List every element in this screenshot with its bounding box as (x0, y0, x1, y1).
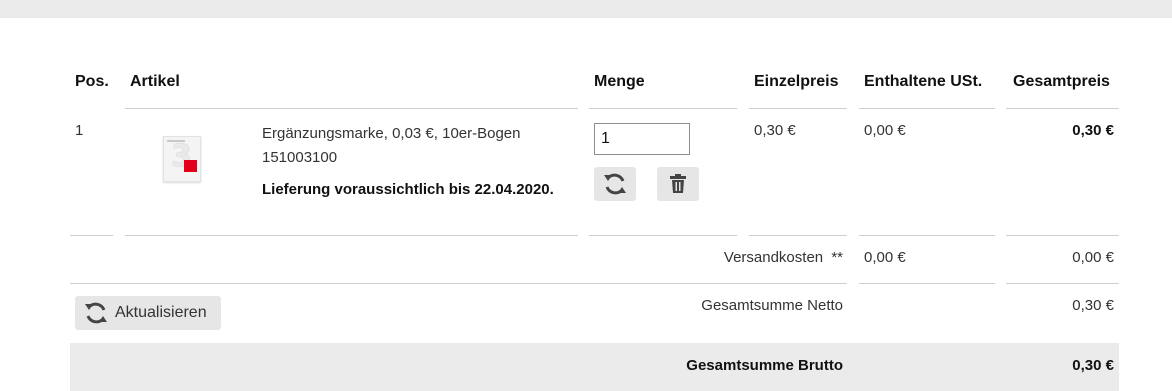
row-divider (749, 235, 847, 236)
shipping-vat: 0,00 € (864, 249, 906, 266)
row-divider (589, 235, 737, 236)
header-divider (749, 108, 847, 109)
article-info: Ergänzungsmarke, 0,03 €, 10er-Bogen 1510… (262, 122, 582, 202)
top-bar (0, 0, 1172, 18)
row-divider (125, 235, 578, 236)
header-gesamtpreis: Gesamtpreis (1013, 73, 1110, 90)
refresh-icon (85, 302, 107, 324)
gross-total-label: Gesamtsumme Brutto (686, 357, 843, 374)
shipping-divider (859, 283, 995, 284)
shipping-divider (70, 283, 847, 284)
refresh-item-button[interactable] (594, 167, 636, 201)
shipping-label: Versandkosten (723, 249, 824, 266)
header-pos: Pos. (75, 73, 109, 90)
unit-price: 0,30 € (754, 122, 796, 139)
trash-icon (670, 174, 686, 193)
header-ust: Enthaltene USt. (864, 73, 983, 90)
net-total-value: 0,30 € (1072, 297, 1114, 314)
item-total: 0,30 € (1072, 122, 1114, 139)
header-einzelpreis: Einzelpreis (754, 73, 839, 90)
row-divider (1006, 235, 1119, 236)
update-cart-label: Aktualisieren (115, 304, 207, 321)
stamp-thumbnail[interactable]: 3 (163, 136, 201, 182)
header-divider (589, 108, 737, 109)
shipping-divider (1006, 283, 1119, 284)
shipping-label-group: Versandkosten ** (600, 249, 843, 266)
shipping-total: 0,00 € (1072, 249, 1114, 266)
item-vat: 0,00 € (864, 122, 906, 139)
article-title[interactable]: Ergänzungsmarke, 0,03 €, 10er-Bogen (262, 122, 582, 146)
header-divider (1006, 108, 1119, 109)
shipping-footnote-marker: ** (831, 249, 843, 266)
header-divider (859, 108, 995, 109)
header-divider (125, 108, 578, 109)
row-pos: 1 (75, 122, 84, 139)
row-divider (859, 235, 995, 236)
header-menge: Menge (594, 73, 645, 90)
delete-item-button[interactable] (657, 167, 699, 201)
row-divider (70, 235, 113, 236)
refresh-icon (604, 173, 626, 195)
header-artikel: Artikel (130, 73, 180, 90)
article-number: 151003100 (262, 149, 338, 166)
gross-total-value: 0,30 € (1072, 357, 1114, 374)
update-cart-button[interactable]: Aktualisieren (75, 296, 221, 330)
quantity-input[interactable] (594, 123, 690, 155)
delivery-note: Lieferung voraussichtlich bis 22.04.2020… (262, 181, 554, 198)
net-total-label: Gesamtsumme Netto (701, 297, 843, 314)
